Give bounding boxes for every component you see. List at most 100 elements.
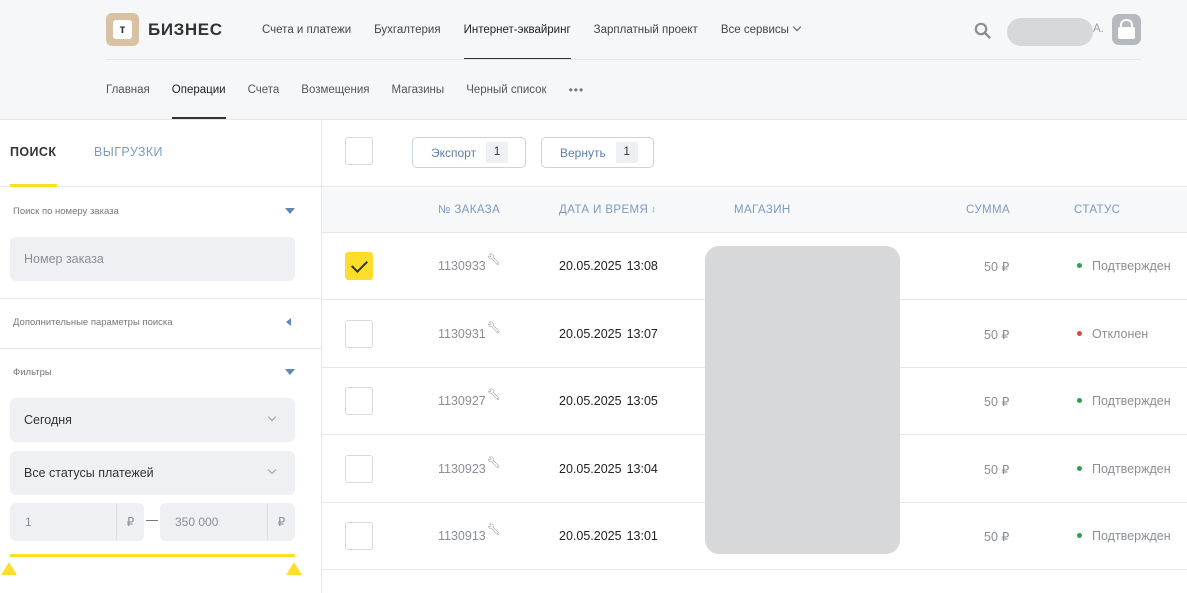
currency-label: ₽ <box>267 503 295 541</box>
sort-icon[interactable]: ↕ <box>651 204 656 214</box>
period-value: Сегодня <box>24 413 72 427</box>
sub-nav-item-refunds[interactable]: Возмещения <box>301 60 369 120</box>
more-menu-icon[interactable]: ••• <box>569 60 585 120</box>
export-button[interactable]: Экспорт 1 <box>412 137 526 168</box>
sum-cell: 50 ₽ <box>984 395 1010 409</box>
profile-avatar-icon[interactable] <box>1112 14 1141 45</box>
status-text: Подтвержден <box>1092 394 1171 408</box>
tab-exports[interactable]: ВЫГРУЗКИ <box>94 145 163 159</box>
status-cell: Подтвержден <box>1077 394 1171 408</box>
divider <box>0 348 322 349</box>
amount-to-field[interactable]: 350 000 ₽ <box>160 503 295 541</box>
column-shop[interactable]: МАГАЗИН <box>734 204 791 216</box>
row-checkbox[interactable] <box>345 320 373 348</box>
wrench-icon: 🔧︎ <box>486 322 501 334</box>
sub-nav-item-home[interactable]: Главная <box>106 60 150 120</box>
extra-params-label[interactable]: Дополнительные параметры поиска <box>13 317 173 328</box>
chevron-down-icon <box>267 465 277 475</box>
order-number: 1130931 <box>438 327 486 341</box>
table-header: № ЗАКАЗА ДАТА И ВРЕМЯ ↕ МАГАЗИН СУММА СТА… <box>322 188 1187 233</box>
row-checkbox[interactable] <box>345 455 373 483</box>
order-number: 1130933 <box>438 259 486 273</box>
time-value: 13:04 <box>626 462 658 476</box>
datetime-cell: 20.05.2025 13:01 <box>559 529 658 543</box>
datetime-cell: 20.05.2025 13:04 <box>559 462 658 476</box>
top-nav-item-accounting[interactable]: Бухгалтерия <box>374 0 440 60</box>
active-tab-indicator <box>10 184 57 187</box>
wrench-icon: 🔧︎ <box>486 254 501 266</box>
collapse-caret-icon[interactable] <box>285 208 295 214</box>
brand-name: БИЗНЕС <box>148 19 223 39</box>
search-icon[interactable] <box>974 22 991 39</box>
order-number-cell[interactable]: 1130933🔧︎ <box>438 254 501 273</box>
status-text: Отклонен <box>1092 327 1149 341</box>
status-dot-icon <box>1077 533 1082 538</box>
order-number-cell[interactable]: 1130923🔧︎ <box>438 457 501 476</box>
user-name-redacted[interactable] <box>1007 18 1093 46</box>
sub-nav-item-accounts[interactable]: Счета <box>248 60 280 120</box>
status-dot-icon <box>1077 331 1082 336</box>
amount-to-value: 350 000 <box>175 515 219 529</box>
column-sum[interactable]: СУММА <box>966 204 1010 216</box>
export-label: Экспорт <box>431 145 477 160</box>
collapse-caret-icon[interactable] <box>285 369 295 375</box>
date-value: 20.05.2025 <box>559 259 622 273</box>
amount-from-field[interactable]: 1 ₽ <box>10 503 144 541</box>
select-all-checkbox[interactable] <box>345 137 373 165</box>
expand-caret-icon[interactable] <box>286 318 291 326</box>
order-number-cell[interactable]: 1130931🔧︎ <box>438 322 501 341</box>
table-toolbar: Экспорт 1 Вернуть 1 <box>322 121 1187 187</box>
refund-label: Вернуть <box>560 145 606 160</box>
sub-nav-item-shops[interactable]: Магазины <box>392 60 445 120</box>
user-initial: А. <box>1093 23 1104 35</box>
payment-status-select[interactable]: Все статусы платежей <box>10 451 295 495</box>
column-datetime[interactable]: ДАТА И ВРЕМЯ ↕ <box>559 204 656 216</box>
sub-nav-item-blacklist[interactable]: Черный список <box>466 60 546 120</box>
row-checkbox[interactable] <box>345 522 373 550</box>
all-services-label: Все сервисы <box>720 24 789 36</box>
order-number: 1130927 <box>438 394 486 408</box>
top-nav-item-accounts[interactable]: Счета и платежи <box>262 0 351 60</box>
logo-mark-icon: т <box>106 13 139 46</box>
period-select[interactable]: Сегодня <box>10 398 295 442</box>
order-number-input[interactable] <box>10 237 295 281</box>
currency-label: ₽ <box>116 503 144 541</box>
time-value: 13:07 <box>626 327 658 341</box>
datetime-cell: 20.05.2025 13:07 <box>559 327 658 341</box>
row-checkbox[interactable] <box>345 387 373 415</box>
slider-min-handle[interactable] <box>1 562 17 575</box>
top-nav-item-acquiring[interactable]: Интернет-эквайринг <box>463 0 571 60</box>
refund-button[interactable]: Вернуть 1 <box>541 137 654 168</box>
top-nav-item-salary[interactable]: Зарплатный проект <box>594 0 698 60</box>
sum-cell: 50 ₽ <box>984 463 1010 477</box>
order-number-cell[interactable]: 1130913🔧︎ <box>438 524 501 543</box>
sub-nav-item-operations[interactable]: Операции <box>171 60 226 120</box>
top-nav-item-all-services[interactable]: Все сервисы <box>720 0 802 60</box>
date-value: 20.05.2025 <box>559 394 622 408</box>
status-cell: Подтвержден <box>1077 529 1171 543</box>
filters-label[interactable]: Фильтры <box>13 367 52 378</box>
panel-tabs: ПОИСК ВЫГРУЗКИ <box>0 121 321 187</box>
column-order-number[interactable]: № ЗАКАЗА <box>438 204 500 216</box>
date-value: 20.05.2025 <box>559 462 622 476</box>
amount-from-value: 1 <box>25 515 32 529</box>
column-status[interactable]: СТАТУС <box>1074 204 1120 216</box>
wrench-icon: 🔧︎ <box>486 389 501 401</box>
amount-slider-track[interactable] <box>10 554 295 557</box>
tab-search[interactable]: ПОИСК <box>10 145 56 159</box>
time-value: 13:05 <box>626 394 658 408</box>
status-cell: Подтвержден <box>1077 259 1171 273</box>
slider-max-handle[interactable] <box>286 562 302 575</box>
row-checkbox[interactable] <box>345 252 373 280</box>
order-search-label[interactable]: Поиск по номеру заказа <box>13 206 119 217</box>
chevron-down-icon <box>267 412 277 422</box>
operations-table: Экспорт 1 Вернуть 1 № ЗАКАЗА ДАТА И ВРЕМ… <box>322 121 1187 593</box>
brand-logo[interactable]: т БИЗНЕС <box>106 13 223 46</box>
order-number-field[interactable] <box>10 237 295 281</box>
shop-column-redacted <box>705 246 900 554</box>
order-number: 1130913 <box>438 529 486 543</box>
export-count-badge: 1 <box>486 142 509 163</box>
sum-cell: 50 ₽ <box>984 530 1010 544</box>
order-number-cell[interactable]: 1130927🔧︎ <box>438 389 501 408</box>
chevron-down-icon <box>792 22 802 32</box>
